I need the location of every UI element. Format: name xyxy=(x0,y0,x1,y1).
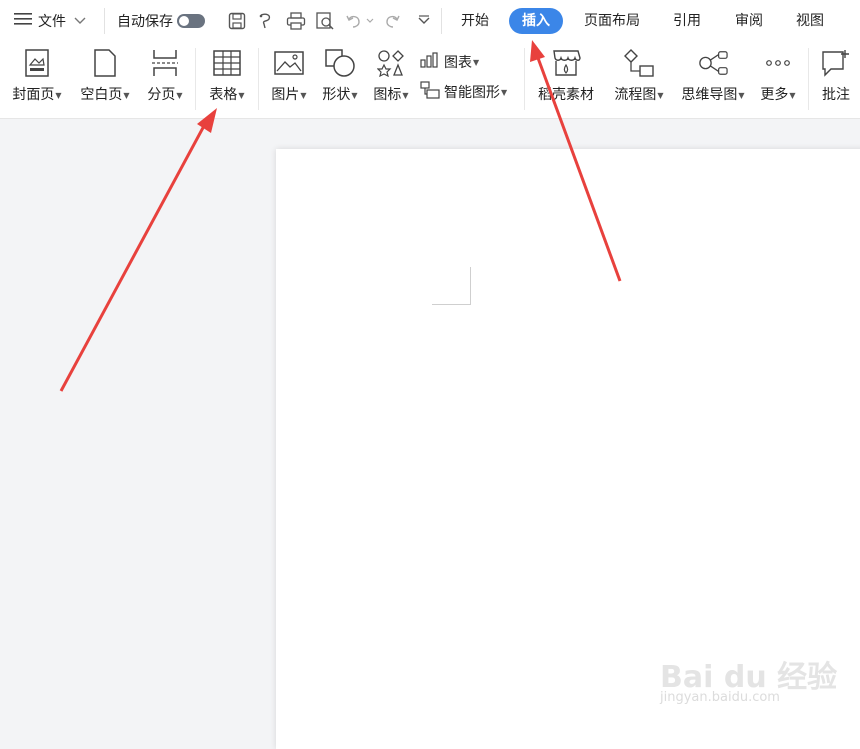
material-label: 稻壳素材 xyxy=(538,87,594,103)
smart-art-label: 智能图形 xyxy=(444,85,500,101)
table-label: 表格 xyxy=(209,87,238,103)
hamburger-menu-icon xyxy=(14,12,32,30)
icon-library-icon xyxy=(376,48,406,78)
mindmap-button[interactable]: 思维导图▼ xyxy=(676,48,750,112)
dropdown-caret-icon: ▼ xyxy=(657,90,664,100)
divider xyxy=(258,48,259,110)
undo-icon[interactable] xyxy=(343,10,365,32)
blank-page-button[interactable]: 空白页▼ xyxy=(76,48,134,112)
blank-page-icon xyxy=(90,48,120,78)
dropdown-caret-icon: ▼ xyxy=(300,90,307,100)
smart-art-icon xyxy=(420,81,440,103)
customize-toolbar-icon[interactable] xyxy=(413,10,435,32)
material-button[interactable]: 稻壳素材 xyxy=(532,48,600,112)
file-menu-label: 文件 xyxy=(38,14,66,30)
picture-label: 图片 xyxy=(271,87,300,103)
flowchart-label: 流程图 xyxy=(614,87,657,103)
blank-page-label: 空白页 xyxy=(80,87,123,103)
autosave-label: 自动保存 xyxy=(117,14,173,30)
file-menu[interactable]: 文件 xyxy=(14,0,86,42)
tab-page-layout[interactable]: 页面布局 xyxy=(574,8,650,34)
picture-icon xyxy=(274,48,304,78)
mindmap-label: 思维导图 xyxy=(681,87,738,103)
tab-review[interactable]: 审阅 xyxy=(726,8,772,34)
save-icon[interactable] xyxy=(226,10,248,32)
table-button[interactable]: 表格▼ xyxy=(203,48,251,112)
dropdown-caret-icon: ▼ xyxy=(473,57,480,67)
tab-view[interactable]: 视图 xyxy=(787,8,833,34)
more-button[interactable]: 更多▼ xyxy=(756,48,800,112)
dropdown-caret-icon: ▼ xyxy=(238,90,245,100)
chart-label: 图表 xyxy=(444,55,472,71)
more-dots-icon xyxy=(763,48,793,78)
divider xyxy=(808,48,809,110)
material-store-icon xyxy=(551,48,581,78)
shape-button[interactable]: 形状▼ xyxy=(317,48,363,112)
comment-label: 批注 xyxy=(822,87,850,103)
table-icon xyxy=(212,48,242,78)
divider xyxy=(195,48,196,110)
dropdown-caret-icon: ▼ xyxy=(55,90,62,100)
tab-references[interactable]: 引用 xyxy=(664,8,710,34)
cover-page-icon xyxy=(22,48,52,78)
format-painter-icon[interactable] xyxy=(255,10,277,32)
shape-label: 形状 xyxy=(322,87,351,103)
picture-button[interactable]: 图片▼ xyxy=(266,48,312,112)
add-comment-icon xyxy=(821,48,851,78)
text-margin-corner-mark xyxy=(432,267,471,305)
dropdown-caret-icon: ▼ xyxy=(402,90,409,100)
dropdown-caret-icon: ▼ xyxy=(123,90,130,100)
page-break-icon xyxy=(150,48,180,78)
autosave-toggle[interactable]: 自动保存 xyxy=(117,0,205,42)
shape-icon xyxy=(325,48,355,78)
flowchart-button[interactable]: 流程图▼ xyxy=(608,48,670,112)
chart-button[interactable]: 图表 ▼ xyxy=(420,50,479,74)
baidu-watermark: Bai du 经验 jingyan.baidu.com xyxy=(660,650,837,712)
mindmap-icon xyxy=(698,48,728,78)
tab-insert[interactable]: 插入 xyxy=(509,8,563,34)
insert-ribbon: 封面页▼ 空白页▼ 分页▼ 表格▼ 图片▼ 形状▼ 图标▼ 图表 ▼ 智能图形 … xyxy=(0,42,860,119)
title-bar: 文件 自动保存 开始 插入 页面布局 引用 审阅 视图 xyxy=(0,0,860,42)
divider xyxy=(524,48,525,110)
dropdown-caret-icon: ▼ xyxy=(738,90,745,100)
watermark-url: jingyan.baidu.com xyxy=(660,690,780,705)
divider xyxy=(441,8,442,34)
tab-home[interactable]: 开始 xyxy=(452,8,498,34)
undo-dropdown-icon[interactable] xyxy=(364,10,376,32)
icon-library-label: 图标 xyxy=(373,87,402,103)
toggle-switch-icon[interactable] xyxy=(177,14,205,28)
divider xyxy=(104,8,105,34)
flowchart-icon xyxy=(624,48,654,78)
dropdown-caret-icon: ▼ xyxy=(789,90,796,100)
more-label: 更多 xyxy=(760,87,789,103)
comment-button[interactable]: 批注 xyxy=(814,48,858,112)
chevron-down-icon xyxy=(74,13,86,29)
print-preview-icon[interactable] xyxy=(314,10,336,32)
dropdown-caret-icon: ▼ xyxy=(501,87,508,97)
icon-library-button[interactable]: 图标▼ xyxy=(368,48,414,112)
page-break-label: 分页 xyxy=(147,87,176,103)
dropdown-caret-icon: ▼ xyxy=(176,90,183,100)
redo-icon[interactable] xyxy=(381,10,403,32)
cover-page-label: 封面页 xyxy=(12,87,55,103)
cover-page-button[interactable]: 封面页▼ xyxy=(8,48,66,112)
smart-art-button[interactable]: 智能图形 ▼ xyxy=(420,80,507,104)
bar-chart-icon xyxy=(420,52,438,72)
print-icon[interactable] xyxy=(285,10,307,32)
red-arrow-to-table xyxy=(59,108,217,392)
dropdown-caret-icon: ▼ xyxy=(351,90,358,100)
page-break-button[interactable]: 分页▼ xyxy=(142,48,188,112)
